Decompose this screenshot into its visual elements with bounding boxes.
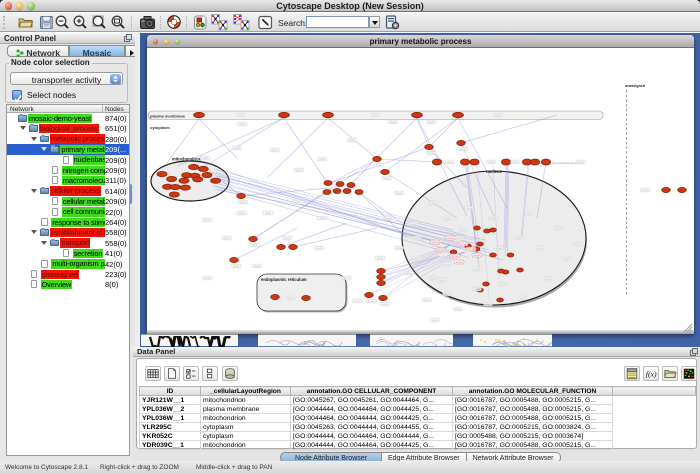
svg-text:xx-xx: xx-xx [447, 161, 454, 164]
svg-text:xx-xx: xx-xx [406, 272, 413, 275]
svg-text:xx-xx: xx-xx [234, 147, 241, 150]
svg-text:xx-xx: xx-xx [490, 217, 497, 220]
svg-text:xx-xx: xx-xx [239, 212, 246, 215]
svg-text:xx-xx: xx-xx [444, 293, 451, 296]
svg-text:xx-xx: xx-xx [456, 260, 463, 264]
svg-text:xx-xx: xx-xx [319, 217, 326, 220]
svg-text:xx-xx: xx-xx [410, 223, 417, 226]
svg-text:xx-xx: xx-xx [495, 114, 502, 117]
svg-text:xx-xx: xx-xx [432, 240, 439, 244]
svg-text:xx-xx: xx-xx [430, 277, 437, 280]
svg-text:xx-xx: xx-xx [578, 161, 585, 164]
svg-text:xx-xx: xx-xx [319, 158, 326, 161]
svg-text:xx-xx: xx-xx [439, 279, 446, 282]
svg-text:plasma membrane: plasma membrane [150, 114, 186, 119]
svg-text:xx-xx: xx-xx [396, 247, 403, 250]
svg-text:xx-xx: xx-xx [431, 202, 438, 205]
svg-text:xx-xx: xx-xx [344, 277, 351, 280]
svg-text:xx-xx: xx-xx [428, 152, 435, 155]
svg-text:xx-xx: xx-xx [294, 201, 301, 204]
svg-text:xx-xx: xx-xx [485, 303, 492, 306]
svg-text:xx-xx: xx-xx [284, 237, 291, 240]
svg-text:xx-xx: xx-xx [202, 157, 209, 160]
svg-text:xx-xx: xx-xx [444, 263, 451, 266]
svg-text:xx-xx: xx-xx [224, 237, 231, 240]
svg-text:xx-xx: xx-xx [382, 303, 389, 306]
svg-text:xx-xx: xx-xx [204, 219, 211, 222]
svg-text:xx-xx: xx-xx [424, 299, 431, 302]
svg-text:xx-xx: xx-xx [474, 253, 481, 257]
svg-text:xx-xx: xx-xx [368, 300, 375, 303]
svg-text:xx-xx: xx-xx [556, 227, 563, 230]
svg-text:xx-xx: xx-xx [466, 207, 473, 210]
svg-text:xx-xx: xx-xx [536, 247, 543, 250]
svg-text:xx-xx: xx-xx [516, 237, 523, 240]
svg-text:xx-xx: xx-xx [444, 217, 451, 220]
svg-text:xx-xx: xx-xx [544, 278, 551, 281]
svg-text:xx-xx: xx-xx [574, 243, 581, 246]
svg-text:xx-xx: xx-xx [496, 247, 503, 250]
svg-text:xx-xx: xx-xx [438, 248, 445, 252]
svg-text:xx-xx: xx-xx [468, 247, 475, 251]
svg-text:xx-xx: xx-xx [460, 242, 467, 246]
svg-text:xx-xx: xx-xx [414, 257, 421, 260]
svg-text:xx-xx: xx-xx [372, 114, 379, 117]
svg-text:xx-xx: xx-xx [428, 121, 435, 124]
svg-text:xx-xx: xx-xx [233, 265, 240, 268]
svg-text:xx-xx: xx-xx [238, 114, 245, 117]
svg-text:xx-xx: xx-xx [377, 257, 384, 260]
svg-text:xx-xx: xx-xx [349, 139, 356, 142]
svg-text:cytoplasm: cytoplasm [150, 125, 170, 130]
svg-text:xx-xx: xx-xx [396, 192, 403, 195]
svg-text:nucleus: nucleus [486, 169, 502, 174]
svg-text:xx-xx: xx-xx [488, 161, 495, 164]
svg-text:xx-xx: xx-xx [240, 201, 247, 204]
svg-text:xx-xx: xx-xx [456, 237, 463, 240]
svg-text:xx-xx: xx-xx [474, 268, 481, 271]
svg-text:xx-xx: xx-xx [272, 149, 279, 152]
svg-text:xx-xx: xx-xx [376, 164, 383, 167]
svg-text:xx-xx: xx-xx [520, 297, 527, 300]
svg-text:xx-xx: xx-xx [265, 212, 272, 215]
svg-text:endoplasmic reticulum: endoplasmic reticulum [261, 277, 307, 282]
svg-text:xx-xx: xx-xx [447, 236, 454, 240]
svg-text:xx-xx: xx-xx [460, 228, 467, 231]
svg-text:xx-xx: xx-xx [452, 254, 459, 258]
svg-text:xx-xx: xx-xx [252, 244, 259, 247]
svg-text:xx-xx: xx-xx [296, 169, 303, 172]
svg-text:xx-xx: xx-xx [239, 123, 246, 126]
svg-text:xx-xx: xx-xx [354, 300, 361, 303]
svg-text:xx-xx: xx-xx [460, 148, 467, 151]
svg-text:xx-xx: xx-xx [254, 265, 261, 268]
svg-text:xx-xx: xx-xx [642, 189, 649, 192]
svg-text:xx-xx: xx-xx [474, 288, 481, 291]
svg-text:xx-xx: xx-xx [512, 161, 519, 164]
svg-text:unassigned: unassigned [625, 84, 645, 88]
svg-text:f(x): f(x) [646, 370, 657, 379]
svg-text:xx-xx: xx-xx [564, 257, 571, 260]
svg-text:xx-xx: xx-xx [287, 297, 294, 300]
svg-text:xx-xx: xx-xx [500, 283, 507, 286]
svg-text:xx-xx: xx-xx [455, 308, 462, 311]
svg-text:xx-xx: xx-xx [384, 177, 391, 180]
svg-text:xx-xx: xx-xx [432, 319, 439, 322]
svg-text:xx-xx: xx-xx [526, 212, 533, 215]
svg-text:xx-xx: xx-xx [414, 237, 421, 240]
svg-text:xx-xx: xx-xx [386, 217, 393, 220]
svg-text:xx-xx: xx-xx [390, 121, 397, 124]
svg-text:xx-xx: xx-xx [204, 277, 211, 280]
svg-text:xx-xx: xx-xx [316, 247, 323, 250]
